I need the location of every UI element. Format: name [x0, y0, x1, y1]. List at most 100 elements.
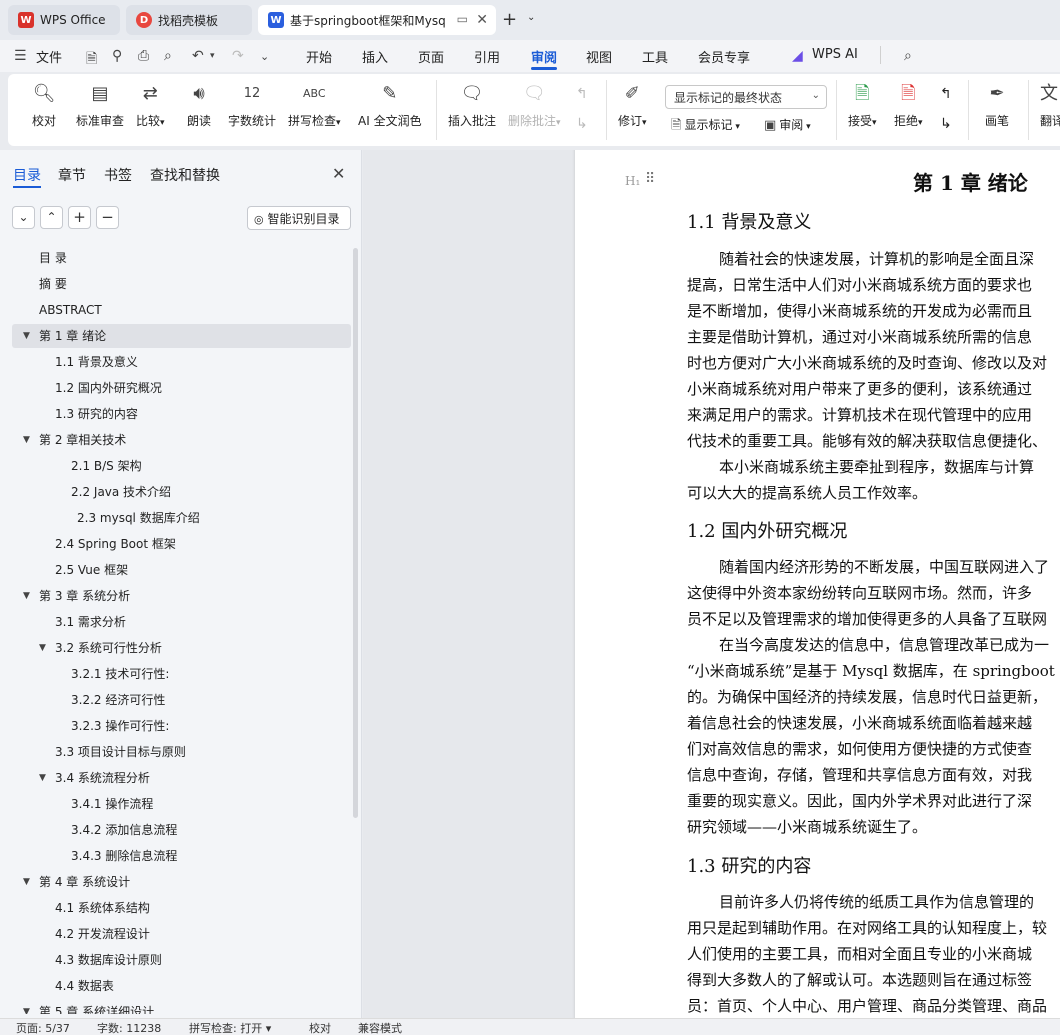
collapse-up-button[interactable]: ⌃ [40, 206, 63, 229]
menu-insert[interactable]: 插入 [362, 47, 388, 66]
toc-item[interactable]: 2.5 Vue 框架 [12, 558, 351, 582]
toc-item[interactable]: 3.3 项目设计目标与原则 [12, 740, 351, 764]
toc-item[interactable]: ▼ 第 4 章 系统设计 [12, 870, 351, 894]
monitor-icon[interactable]: ▭ [457, 12, 468, 26]
prev-comment-icon[interactable]: ↰ [576, 86, 588, 102]
toc-item[interactable]: 3.2.3 操作可行性: [12, 714, 351, 738]
smart-toc-button[interactable]: ◎ 智能识别目录 [247, 206, 351, 230]
close-icon[interactable]: ✕ [332, 164, 345, 183]
menu-page[interactable]: 页面 [418, 47, 444, 66]
menu-file[interactable]: 文件 [36, 47, 62, 66]
close-icon[interactable]: ✕ [476, 12, 488, 28]
toc-item[interactable]: 1.3 研究的内容 [12, 402, 351, 426]
heading-marker-icon[interactable]: H₁ [625, 174, 640, 188]
insert-comment-button[interactable]: 🗨︎ 插入批注 [448, 82, 496, 129]
undo-dropdown-icon[interactable]: ▾ [210, 51, 215, 61]
toc-item[interactable]: ▼ 3.4 系统流程分析 [12, 766, 351, 790]
menu-wps-ai[interactable]: WPS AI [812, 47, 858, 62]
chevron-down-icon[interactable]: ⌄ [527, 12, 535, 23]
toc-item[interactable]: ▼ 第 3 章 系统分析 [12, 584, 351, 608]
toc-item[interactable]: ▼ 第 5 章 系统详细设计 [12, 1000, 351, 1014]
ink-button[interactable]: ✒ 画笔 [985, 82, 1009, 129]
expand-triangle-icon[interactable]: ▼ [23, 584, 30, 608]
print-icon[interactable]: ⎙ [138, 48, 149, 64]
toc-item[interactable]: 3.2.2 经济可行性 [12, 688, 351, 712]
toc-item[interactable]: 1.2 国内外研究概况 [12, 376, 351, 400]
new-tab-icon[interactable]: + [502, 9, 517, 30]
toc-item[interactable]: 2.2 Java 技术介绍 [12, 480, 351, 504]
compare-button[interactable]: ⇄ 比较▾ [136, 82, 165, 129]
menu-start[interactable]: 开始 [306, 47, 332, 66]
expand-triangle-icon[interactable]: ▼ [23, 428, 30, 452]
toc-item[interactable]: 3.1 需求分析 [12, 610, 351, 634]
tab-docer[interactable]: D 找稻壳模板 [126, 5, 252, 35]
expand-triangle-icon[interactable]: ▼ [23, 870, 30, 894]
expand-triangle-icon[interactable]: ▼ [39, 766, 46, 790]
read-aloud-button[interactable]: 🔊︎ 朗读 [187, 82, 211, 129]
page-indicator[interactable]: 页面: 5/37 [16, 1020, 70, 1035]
ai-polish-button[interactable]: ✎ AI 全文润色 [358, 82, 422, 129]
toc-item[interactable]: 2.4 Spring Boot 框架 [12, 532, 351, 556]
nav-tab-bookmarks[interactable]: 书签 [104, 165, 132, 185]
accept-button[interactable]: 🗎 接受▾ [848, 82, 877, 129]
spell-check-button[interactable]: ABC 拼写检查▾ [288, 82, 341, 129]
undo-icon[interactable]: ↶ [192, 48, 204, 64]
menu-review[interactable]: 审阅 [531, 47, 557, 66]
expand-triangle-icon[interactable]: ▼ [23, 324, 30, 348]
toc-item[interactable]: 4.2 开发流程设计 [12, 922, 351, 946]
toc-item[interactable]: 3.4.2 添加信息流程 [12, 818, 351, 842]
toc-item[interactable]: 目 录 [12, 246, 351, 270]
add-heading-button[interactable]: + [68, 206, 91, 229]
next-comment-icon[interactable]: ↳ [576, 116, 588, 132]
toc-item[interactable]: 3.4.3 删除信息流程 [12, 844, 351, 868]
markup-mode-select[interactable]: 显示标记的最终状态 ⌄ [665, 85, 827, 109]
next-change-icon[interactable]: ↳ [940, 116, 952, 132]
menu-view[interactable]: 视图 [586, 47, 612, 66]
toc-item[interactable]: ▼ 第 1 章 绪论 [12, 324, 351, 348]
toc-item[interactable]: ▼ 第 2 章相关技术 [12, 428, 351, 452]
word-count-button[interactable]: 12 字数统计 [228, 82, 276, 129]
menu-member[interactable]: 会员专享 [698, 47, 750, 66]
toc-item[interactable]: 摘 要 [12, 272, 351, 296]
toc-item[interactable]: 4.4 数据表 [12, 974, 351, 998]
toc-item[interactable]: 3.2.1 技术可行性: [12, 662, 351, 686]
word-count-indicator[interactable]: 字数: 11238 [97, 1020, 161, 1035]
search-icon[interactable]: ⌕ [904, 48, 912, 64]
link-icon[interactable]: ⚲ [112, 48, 122, 64]
toc-item[interactable]: 2.3 mysql 数据库介绍 [12, 506, 351, 530]
print-preview-icon[interactable]: ⌕ [164, 48, 172, 64]
prev-change-icon[interactable]: ↰ [940, 86, 952, 102]
menu-reference[interactable]: 引用 [474, 47, 500, 66]
toc-item[interactable]: 2.1 B/S 架构 [12, 454, 351, 478]
toc-item[interactable]: 4.1 系统体系结构 [12, 896, 351, 920]
tab-document[interactable]: W 基于springboot框架和Mysq ▭ ✕ [258, 5, 496, 35]
toc-item[interactable]: ABSTRACT [12, 298, 351, 322]
toc-item[interactable]: 3.4.1 操作流程 [12, 792, 351, 816]
translate-button[interactable]: 文 翻译 [1040, 82, 1060, 129]
standard-review-button[interactable]: ▤ 标准审查 [76, 82, 124, 129]
nav-tab-chapters[interactable]: 章节 [58, 165, 86, 185]
nav-tab-find-replace[interactable]: 查找和替换 [150, 165, 220, 185]
toc-scrollbar[interactable] [353, 248, 358, 818]
nav-tab-toc[interactable]: 目录 [13, 165, 41, 185]
proof-indicator[interactable]: 校对 [309, 1020, 331, 1035]
drag-handle-icon[interactable]: ⠿ [645, 171, 655, 187]
toc-item[interactable]: ▼ 3.2 系统可行性分析 [12, 636, 351, 660]
hamburger-icon[interactable]: ☰ [14, 48, 27, 64]
spell-check-indicator[interactable]: 拼写检查: 打开 ▾ [189, 1020, 271, 1035]
collapse-down-button[interactable]: ⌄ [12, 206, 35, 229]
menu-tools[interactable]: 工具 [642, 47, 668, 66]
reject-button[interactable]: 🗎 拒绝▾ [894, 82, 923, 129]
show-markup-button[interactable]: 🗎 显示标记 ▾ [671, 116, 740, 138]
track-changes-button[interactable]: ✐ 修订▾ [618, 82, 647, 129]
more-icon[interactable]: ⌄ [260, 50, 269, 63]
tab-wps-office[interactable]: W WPS Office [8, 5, 120, 35]
save-icon[interactable]: 🗎 [86, 48, 97, 72]
toc-item[interactable]: 4.3 数据库设计原则 [12, 948, 351, 972]
redo-icon[interactable]: ↷ [232, 48, 244, 64]
review-pane-button[interactable]: ▣ 审阅 ▾ [764, 116, 811, 133]
proofread-button[interactable]: 🔍︎ 校对 [32, 82, 56, 129]
remove-heading-button[interactable]: − [96, 206, 119, 229]
expand-triangle-icon[interactable]: ▼ [23, 1000, 30, 1014]
delete-comment-button[interactable]: 🗨︎ 删除批注▾ [508, 82, 561, 129]
